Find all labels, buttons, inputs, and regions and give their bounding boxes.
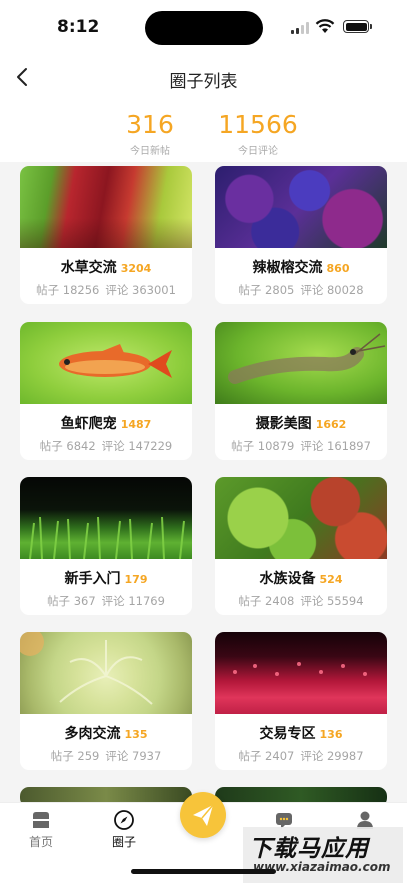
circle-comments: 评论 55594 xyxy=(300,594,364,608)
circle-count: 3204 xyxy=(120,262,152,275)
stat-label: 今日评论 xyxy=(238,146,278,157)
tab-label: 圈子 xyxy=(111,835,136,849)
circle-name: 水族设备 xyxy=(259,571,316,587)
circle-comments: 评论 7937 xyxy=(105,749,162,763)
circle-count: 179 xyxy=(124,573,148,586)
circle-posts: 帖子 18256 xyxy=(36,283,100,297)
signal-icon xyxy=(291,22,311,34)
tab-circle[interactable]: 圈子 xyxy=(94,809,154,850)
circle-posts: 帖子 2805 xyxy=(238,283,295,297)
create-post-button[interactable] xyxy=(180,792,226,838)
circle-name: 多肉交流 xyxy=(64,726,121,742)
circle-card-equipment[interactable]: 水族设备 524 帖子 2408 评论 55594 xyxy=(215,477,387,615)
circle-cover-image xyxy=(215,477,387,559)
wifi-icon xyxy=(315,19,335,33)
circle-cover-image xyxy=(215,322,387,404)
circle-posts: 帖子 6842 xyxy=(39,439,96,453)
circle-comments: 评论 161897 xyxy=(300,439,371,453)
circle-comments: 评论 363001 xyxy=(105,283,176,297)
watermark: 下载马应用 www.xiazaimao.com xyxy=(243,827,403,883)
compass-icon xyxy=(114,810,134,830)
navigation-bar: 圈子列表 xyxy=(0,56,407,100)
circle-count: 1662 xyxy=(315,418,347,431)
circle-count: 524 xyxy=(319,573,343,586)
circle-name: 摄影美图 xyxy=(255,416,312,432)
stat-label: 今日新帖 xyxy=(130,146,170,157)
stat-value: 11566 xyxy=(218,110,298,139)
circle-card-beginners[interactable]: 新手入门 179 帖子 367 评论 11769 xyxy=(20,477,192,615)
home-icon xyxy=(33,812,49,828)
circle-card-fish-shrimp[interactable]: 鱼虾爬宠 1487 帖子 6842 评论 147229 xyxy=(20,322,192,460)
stat-new-posts: 316 今日新帖 xyxy=(118,110,182,157)
circle-card-cryptocoryne[interactable]: 辣椒榕交流 860 帖子 2805 评论 80028 xyxy=(215,166,387,304)
circle-cover-image xyxy=(20,322,192,404)
circle-cover-image xyxy=(215,166,387,248)
status-bar: 8:12 xyxy=(0,0,407,56)
circle-name: 辣椒榕交流 xyxy=(252,260,323,276)
stat-value: 316 xyxy=(126,110,174,139)
circle-posts: 帖子 259 xyxy=(50,749,100,763)
circle-cover-image xyxy=(20,166,192,248)
circle-name: 新手入门 xyxy=(64,571,121,587)
circle-count: 136 xyxy=(319,728,343,741)
circle-count: 135 xyxy=(124,728,148,741)
circle-card-photography[interactable]: 摄影美图 1662 帖子 10879 评论 161897 xyxy=(215,322,387,460)
tab-home[interactable]: 首页 xyxy=(11,809,71,850)
status-time: 8:12 xyxy=(57,17,100,37)
circle-name: 水草交流 xyxy=(60,260,117,276)
page-title: 圈子列表 xyxy=(169,72,238,92)
circle-cover-image xyxy=(215,632,387,714)
battery-icon xyxy=(343,20,372,33)
circle-comments: 评论 80028 xyxy=(300,283,364,297)
circle-card-trading[interactable]: 交易专区 136 帖子 2407 评论 29987 xyxy=(215,632,387,770)
circle-comments: 评论 11769 xyxy=(101,594,165,608)
circle-comments: 评论 29987 xyxy=(300,749,364,763)
circle-posts: 帖子 2407 xyxy=(238,749,295,763)
circle-cover-image xyxy=(20,477,192,559)
circle-posts: 帖子 10879 xyxy=(231,439,295,453)
circle-card-succulents[interactable]: 多肉交流 135 帖子 259 评论 7937 xyxy=(20,632,192,770)
circle-posts: 帖子 367 xyxy=(47,594,96,608)
home-indicator xyxy=(131,869,276,874)
watermark-logo: 下载马应用 xyxy=(249,836,369,862)
circle-posts: 帖子 2408 xyxy=(238,594,295,608)
circle-cover-image xyxy=(20,632,192,714)
circle-count: 1487 xyxy=(120,418,152,431)
circle-name: 交易专区 xyxy=(259,726,316,742)
circle-comments: 评论 147229 xyxy=(101,439,173,453)
dynamic-island xyxy=(145,11,263,45)
circle-name: 鱼虾爬宠 xyxy=(60,416,117,432)
daily-stats: 316 今日新帖 11566 今日评论 xyxy=(0,100,407,162)
tab-label: 首页 xyxy=(28,835,53,849)
send-icon xyxy=(193,804,214,826)
circle-count: 860 xyxy=(326,262,350,275)
circle-card-water-plants[interactable]: 水草交流 3204 帖子 18256 评论 363001 xyxy=(20,166,192,304)
stat-comments: 11566 今日评论 xyxy=(214,110,302,157)
